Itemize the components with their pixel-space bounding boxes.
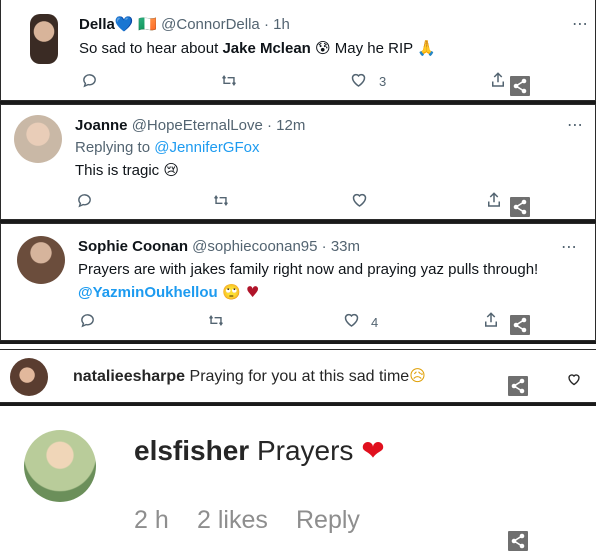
like-heart-icon[interactable] xyxy=(566,372,582,387)
tweet-time[interactable]: · 33m xyxy=(322,238,360,255)
ig-comment-natalieesharpe: natalieesharpe Praying for you at this s… xyxy=(0,349,596,403)
share-icon[interactable] xyxy=(485,191,503,209)
avatar[interactable] xyxy=(17,236,65,284)
reply-button[interactable]: Reply xyxy=(296,506,360,535)
comment-time: 2 h xyxy=(134,506,169,534)
share-icon[interactable] xyxy=(482,311,500,329)
tweet-della: Della💙 🇮🇪 @ConnorDella · 1h ⋯ So sad to … xyxy=(0,0,596,101)
like-count: 4 xyxy=(371,315,379,330)
replying-to: Replying to @JenniferGFox xyxy=(75,139,259,156)
comment-emoji: ❤ xyxy=(361,434,385,467)
tweet-joanne: Joanne @HopeEternalLove · 12m ⋯ Replying… xyxy=(0,104,596,220)
replying-to-link[interactable]: @JenniferGFox xyxy=(154,139,259,156)
text-before: So sad to hear about xyxy=(79,40,223,57)
like-icon[interactable] xyxy=(350,191,369,209)
share-nodes-icon[interactable] xyxy=(508,531,528,551)
share-nodes-icon[interactable] xyxy=(510,315,530,335)
retweet-icon[interactable] xyxy=(207,312,225,329)
tweet-header: Joanne @HopeEternalLove · 12m xyxy=(75,117,305,134)
comment-username[interactable]: elsfisher xyxy=(134,435,249,466)
text-after: 😰 May he RIP 🙏 xyxy=(310,40,436,57)
comment-text: Prayers xyxy=(256,435,354,466)
reply-icon[interactable] xyxy=(79,312,96,329)
tweet-time[interactable]: · 1h xyxy=(264,16,290,33)
name-emoji: 💙 🇮🇪 xyxy=(114,15,157,33)
like-icon[interactable] xyxy=(342,311,361,329)
comment-line: elsfisher Prayers ❤ xyxy=(134,434,385,467)
replying-prefix: Replying to xyxy=(75,139,155,156)
avatar[interactable] xyxy=(14,115,62,163)
comment-username[interactable]: natalieesharpe xyxy=(73,368,185,385)
author-name[interactable]: Joanne xyxy=(75,117,128,134)
comment-emoji: 😥 xyxy=(409,366,426,385)
avatar[interactable] xyxy=(30,14,58,64)
divider xyxy=(0,341,596,344)
tweet-emoji: 🙄 ♥ xyxy=(217,283,260,301)
tweet-header: Sophie Coonan @sophiecoonan95 · 33m xyxy=(78,238,360,255)
author-name[interactable]: Sophie Coonan xyxy=(78,238,188,255)
retweet-icon[interactable] xyxy=(212,192,230,209)
more-options-icon[interactable]: ⋯ xyxy=(567,115,584,135)
tweet-text-line1: Prayers are with jakes family right now … xyxy=(78,261,539,278)
comment-text: Praying for you at this sad time xyxy=(189,368,410,385)
author-handle[interactable]: @ConnorDella xyxy=(161,16,260,33)
author-handle[interactable]: @HopeEternalLove xyxy=(132,117,263,134)
share-nodes-icon[interactable] xyxy=(510,76,530,96)
author-name[interactable]: Della xyxy=(79,16,115,33)
tweet-text: So sad to hear about Jake Mclean 😰 May h… xyxy=(79,39,436,57)
author-handle[interactable]: @sophiecoonan95 xyxy=(192,238,317,255)
retweet-icon[interactable] xyxy=(220,72,238,89)
comment-likes[interactable]: 2 likes xyxy=(197,506,268,535)
share-nodes-icon[interactable] xyxy=(508,376,528,396)
like-count: 3 xyxy=(379,74,387,89)
tweet-text-line2: @YazminOukhellou 🙄 ♥ xyxy=(78,283,259,301)
tweet-time[interactable]: · 12m xyxy=(267,117,305,134)
mention-link[interactable]: @YazminOukhellou xyxy=(78,284,218,301)
reply-icon[interactable] xyxy=(81,72,98,89)
tweet-text: This is tragic 😢 xyxy=(75,162,179,179)
avatar[interactable] xyxy=(10,358,48,396)
mention-bold: Jake Mclean xyxy=(222,40,311,57)
avatar[interactable] xyxy=(24,430,96,502)
tweet-sophie: Sophie Coonan @sophiecoonan95 · 33m ⋯ Pr… xyxy=(0,223,596,341)
tweet-header: Della💙 🇮🇪 @ConnorDella · 1h xyxy=(79,15,290,33)
reply-icon[interactable] xyxy=(76,192,93,209)
more-options-icon[interactable]: ⋯ xyxy=(572,14,589,34)
ig-comment-elsfisher: elsfisher Prayers ❤ 2 h 2 likes Reply xyxy=(0,406,596,558)
more-options-icon[interactable]: ⋯ xyxy=(561,237,578,257)
comment-line: natalieesharpe Praying for you at this s… xyxy=(73,366,426,386)
share-icon[interactable] xyxy=(489,71,507,89)
like-icon[interactable] xyxy=(349,71,368,89)
share-nodes-icon[interactable] xyxy=(510,197,530,217)
